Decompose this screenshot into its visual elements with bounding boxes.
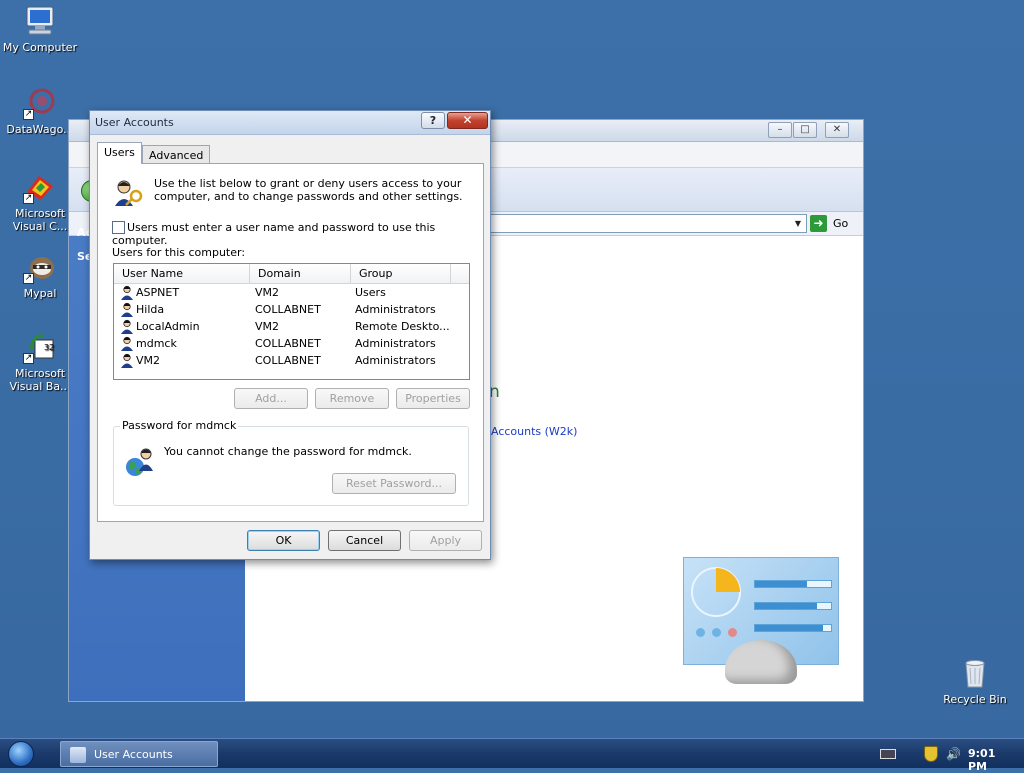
group-cell: Users bbox=[355, 286, 386, 299]
help-button[interactable]: ? bbox=[421, 112, 445, 129]
dot-icon bbox=[696, 628, 705, 637]
table-row[interactable]: VM2 COLLABNET Administrators bbox=[114, 352, 469, 369]
user-name-cell: ASPNET bbox=[136, 286, 180, 299]
dot-icon bbox=[712, 628, 721, 637]
shortcut-arrow-icon: ↗ bbox=[23, 273, 34, 284]
level-bar bbox=[754, 624, 832, 632]
maximize-button[interactable]: □ bbox=[793, 122, 817, 138]
my-computer-icon bbox=[23, 4, 57, 38]
user-icon bbox=[119, 302, 135, 317]
users-keys-icon bbox=[112, 178, 144, 208]
properties-button[interactable]: Properties bbox=[396, 388, 470, 409]
column-header-group[interactable]: Group bbox=[351, 264, 451, 284]
mypal-icon: ↗ bbox=[23, 250, 57, 284]
shortcut-arrow-icon: ↗ bbox=[23, 353, 34, 364]
pie-gauge-icon bbox=[691, 567, 741, 617]
level-bar bbox=[754, 602, 832, 610]
group-cell: Remote Deskto... bbox=[355, 320, 450, 333]
column-header-domain[interactable]: Domain bbox=[250, 264, 351, 284]
volume-icon[interactable]: 🔊 bbox=[946, 747, 961, 761]
users-list[interactable]: User Name Domain Group ASPNET VM2 Users Hil… bbox=[113, 263, 470, 380]
user-accounts-w2k-link[interactable]: Accounts (W2k) bbox=[491, 425, 577, 438]
minimize-button[interactable]: – bbox=[768, 122, 792, 138]
list-header: User Name Domain Group bbox=[114, 264, 469, 284]
group-cell: Administrators bbox=[355, 337, 436, 350]
taskbar: User Accounts 🔊 9:01 PM bbox=[0, 738, 1024, 773]
desktop-icon-my-computer[interactable]: My Computer bbox=[0, 4, 80, 54]
domain-cell: COLLABNET bbox=[255, 303, 321, 316]
clock[interactable]: 9:01 PM bbox=[968, 747, 995, 773]
go-label: Go bbox=[833, 217, 849, 230]
users-tab-panel: Use the list below to grant or deny user… bbox=[97, 163, 484, 522]
user-name-cell: LocalAdmin bbox=[136, 320, 200, 333]
require-password-row[interactable]: Users must enter a user name and passwor… bbox=[112, 220, 483, 247]
user-icon bbox=[119, 336, 135, 351]
start-button[interactable] bbox=[8, 741, 34, 767]
user-icon bbox=[119, 285, 135, 300]
user-icon bbox=[119, 319, 135, 334]
ok-button[interactable]: OK bbox=[247, 530, 320, 551]
add-button[interactable]: Add... bbox=[234, 388, 308, 409]
keyboard-icon[interactable] bbox=[880, 749, 896, 759]
close-button[interactable]: ✕ bbox=[825, 122, 849, 138]
domain-cell: VM2 bbox=[255, 286, 280, 299]
table-row[interactable]: ASPNET VM2 Users bbox=[114, 284, 469, 301]
visual-basic-icon: 32 ↗ bbox=[23, 330, 57, 364]
shortcut-arrow-icon: ↗ bbox=[23, 109, 34, 120]
dialog-titlebar[interactable]: User Accounts ? ✕ bbox=[90, 111, 490, 135]
user-accounts-icon bbox=[70, 747, 86, 763]
apply-button[interactable]: Apply bbox=[409, 530, 482, 551]
remove-button[interactable]: Remove bbox=[315, 388, 389, 409]
dot-icon bbox=[728, 628, 737, 637]
require-password-checkbox[interactable] bbox=[112, 220, 125, 234]
visual-c-icon: ↗ bbox=[23, 170, 57, 204]
group-cell: Administrators bbox=[355, 354, 436, 367]
column-header-user-name[interactable]: User Name bbox=[114, 264, 250, 284]
user-icon bbox=[119, 353, 135, 368]
user-name-cell: mdmck bbox=[136, 337, 177, 350]
desktop-icon-recycle-bin[interactable]: Recycle Bin bbox=[940, 656, 1010, 706]
address-input[interactable]: ▼ bbox=[489, 214, 807, 233]
datawagon-icon: ↗ bbox=[23, 86, 57, 120]
domain-cell: VM2 bbox=[255, 320, 280, 333]
table-row[interactable]: LocalAdmin VM2 Remote Deskto... bbox=[114, 318, 469, 335]
tab-users[interactable]: Users bbox=[97, 142, 142, 164]
group-cell: Administrators bbox=[355, 303, 436, 316]
desktop-icon-label: My Computer bbox=[2, 41, 78, 54]
table-row[interactable]: mdmck COLLABNET Administrators bbox=[114, 335, 469, 352]
shortcut-arrow-icon: ↗ bbox=[23, 193, 34, 204]
cancel-button[interactable]: Cancel bbox=[328, 530, 401, 551]
taskbar-button-user-accounts[interactable]: User Accounts bbox=[60, 741, 218, 767]
password-group: Password for mdmck You cannot change the… bbox=[113, 419, 469, 506]
user-name-cell: VM2 bbox=[136, 354, 161, 367]
level-bar bbox=[754, 580, 832, 588]
chevron-down-icon[interactable]: ▼ bbox=[791, 216, 805, 231]
svg-text:32: 32 bbox=[44, 343, 54, 352]
close-button[interactable]: ✕ bbox=[447, 112, 488, 129]
user-name-cell: Hilda bbox=[136, 303, 165, 316]
desktop-icon-label: Recycle Bin bbox=[943, 693, 1007, 706]
tab-advanced[interactable]: Advanced bbox=[142, 145, 211, 165]
go-button[interactable]: ➜ Go bbox=[810, 215, 848, 233]
users-for-computer-label: Users for this computer: bbox=[112, 246, 246, 259]
domain-cell: COLLABNET bbox=[255, 337, 321, 350]
require-password-label[interactable]: Users must enter a user name and passwor… bbox=[112, 221, 435, 248]
user-accounts-dialog[interactable]: User Accounts ? ✕ Users Advanced Use the… bbox=[89, 110, 491, 560]
intro-text: Use the list below to grant or deny user… bbox=[154, 177, 463, 203]
taskbar-button-label: User Accounts bbox=[94, 748, 173, 761]
dialog-title: User Accounts bbox=[95, 116, 174, 129]
user-globe-icon bbox=[124, 445, 158, 479]
password-group-title: Password for mdmck bbox=[120, 419, 239, 432]
domain-cell: COLLABNET bbox=[255, 354, 321, 367]
recycle-bin-icon bbox=[958, 656, 992, 690]
reset-password-button[interactable]: Reset Password... bbox=[332, 473, 456, 494]
go-arrow-icon: ➜ bbox=[810, 215, 827, 232]
table-row[interactable]: Hilda COLLABNET Administrators bbox=[114, 301, 469, 318]
security-shield-icon[interactable] bbox=[924, 746, 938, 762]
password-message: You cannot change the password for mdmck… bbox=[164, 445, 412, 458]
